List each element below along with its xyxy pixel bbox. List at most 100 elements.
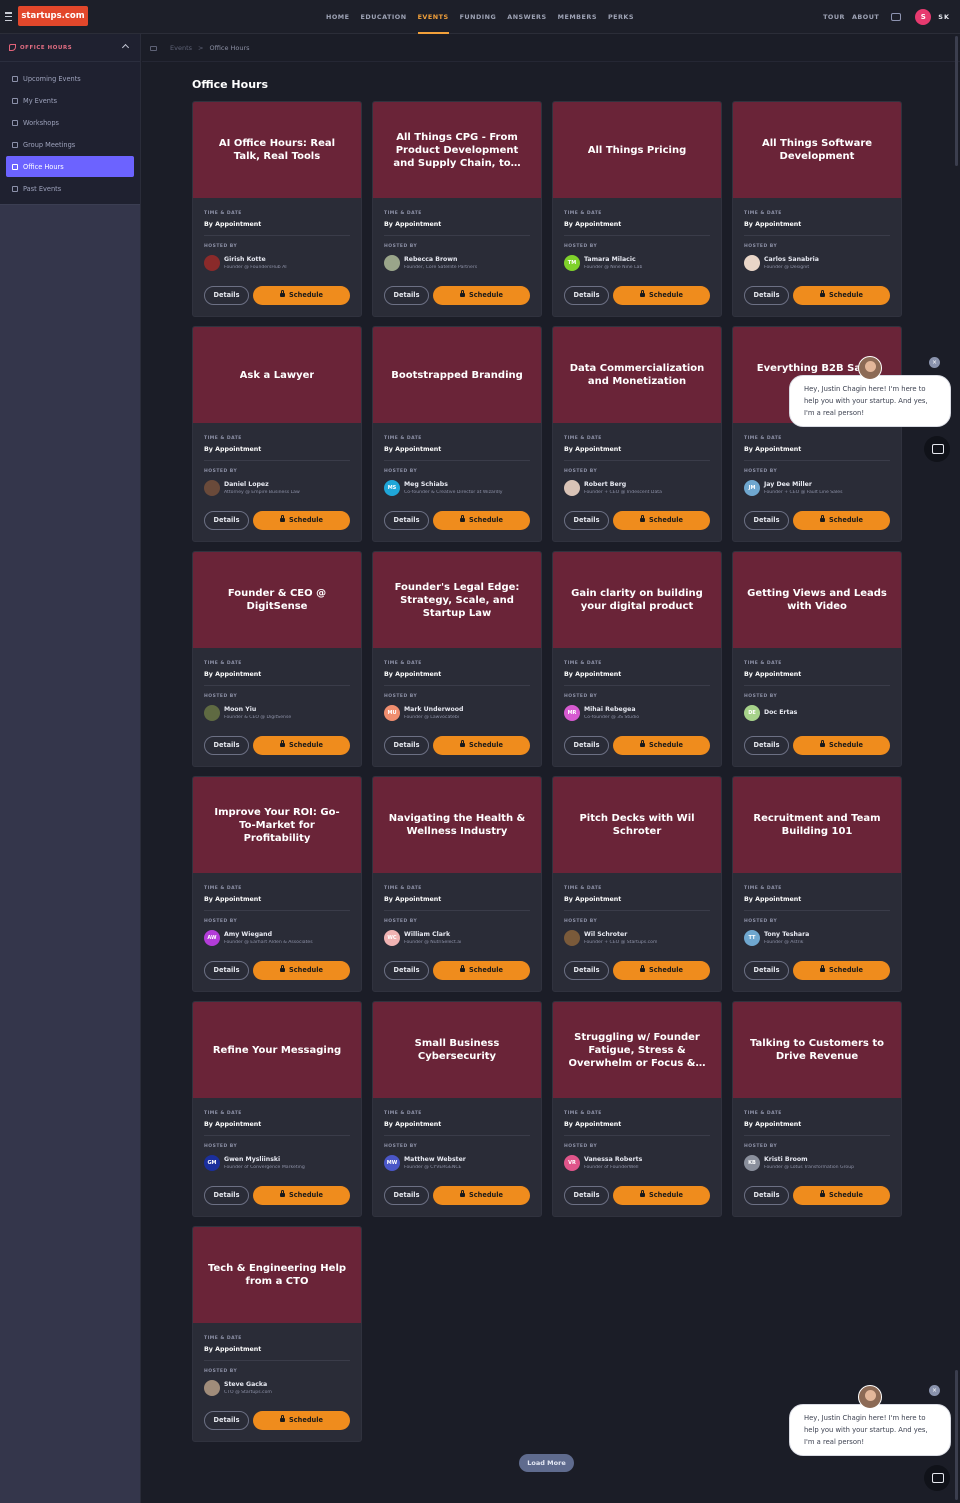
nav-link-events[interactable]: EVENTS [417, 0, 449, 34]
schedule-button[interactable]: Schedule [433, 1186, 530, 1205]
card-title[interactable]: Refine Your Messaging [213, 1044, 341, 1057]
schedule-button[interactable]: Schedule [433, 286, 530, 305]
nav-link-members[interactable]: MEMBERS [558, 0, 597, 34]
details-button[interactable]: Details [744, 961, 789, 980]
details-button[interactable]: Details [204, 1411, 249, 1430]
breadcrumb-events[interactable]: Events [170, 44, 192, 52]
card-header[interactable]: Gain clarity on building your digital pr… [553, 552, 721, 648]
schedule-button[interactable]: Schedule [613, 1186, 710, 1205]
office-hours-card[interactable]: Pitch Decks with Wil Schroter TIME & DATE… [552, 776, 722, 992]
card-header[interactable]: Data Commercialization and Monetization [553, 327, 721, 423]
card-title[interactable]: All Things Software Development [747, 137, 887, 163]
details-button[interactable]: Details [564, 1186, 609, 1205]
sidebar-item-upcoming-events[interactable]: Upcoming Events [6, 68, 134, 89]
details-button[interactable]: Details [744, 736, 789, 755]
office-hours-card[interactable]: Struggling w/ Founder Fatigue, Stress & … [552, 1001, 722, 1217]
details-button[interactable]: Details [204, 736, 249, 755]
nav-link-home[interactable]: HOME [326, 0, 350, 34]
office-hours-card[interactable]: AI Office Hours: Real Talk, Real Tools TI… [192, 101, 362, 317]
card-title[interactable]: Navigating the Health & Wellness Industr… [387, 812, 527, 838]
details-button[interactable]: Details [384, 736, 429, 755]
schedule-button[interactable]: Schedule [793, 961, 890, 980]
card-title[interactable]: Small Business Cybersecurity [387, 1037, 527, 1063]
details-button[interactable]: Details [204, 511, 249, 530]
card-title[interactable]: Recruitment and Team Building 101 [747, 812, 887, 838]
card-title[interactable]: Data Commercialization and Monetization [567, 362, 707, 388]
office-hours-card[interactable]: Founder & CEO @ DigitSense TIME & DATE By … [192, 551, 362, 767]
schedule-button[interactable]: Schedule [793, 1186, 890, 1205]
card-header[interactable]: Ask a Lawyer [193, 327, 361, 423]
schedule-button[interactable]: Schedule [793, 511, 890, 530]
card-header[interactable]: Navigating the Health & Wellness Industr… [373, 777, 541, 873]
office-hours-card[interactable]: Improve Your ROI: Go-To-Market for Profi… [192, 776, 362, 992]
office-hours-card[interactable]: Gain clarity on building your digital pr… [552, 551, 722, 767]
sidebar-item-group-meetings[interactable]: Group Meetings [6, 134, 134, 155]
chat-close-icon[interactable]: × [929, 357, 940, 368]
messages-icon[interactable] [891, 13, 902, 21]
user-avatar[interactable]: S [915, 9, 932, 25]
card-header[interactable]: Improve Your ROI: Go-To-Market for Profi… [193, 777, 361, 873]
card-header[interactable]: All Things Pricing [553, 102, 721, 198]
scrollbar-thumb[interactable] [955, 1370, 958, 1500]
card-title[interactable]: Tech & Engineering Help from a CTO [207, 1262, 347, 1288]
card-title[interactable]: Struggling w/ Founder Fatigue, Stress & … [567, 1031, 707, 1070]
nav-link-tour[interactable]: TOUR [823, 0, 845, 34]
chat-popup-bottom[interactable]: Hey, Justin Chagin here! I'm here to hel… [789, 1404, 951, 1456]
details-button[interactable]: Details [204, 286, 249, 305]
load-more-button[interactable]: Load More [519, 1454, 574, 1472]
schedule-button[interactable]: Schedule [793, 286, 890, 305]
nav-link-answers[interactable]: ANSWERS [507, 0, 546, 34]
nav-link-education[interactable]: EDUCATION [361, 0, 407, 34]
card-title[interactable]: Founder & CEO @ DigitSense [207, 587, 347, 613]
office-hours-card[interactable]: Talking to Customers to Drive Revenue TIM… [732, 1001, 902, 1217]
schedule-button[interactable]: Schedule [613, 961, 710, 980]
schedule-button[interactable]: Schedule [433, 511, 530, 530]
details-button[interactable]: Details [384, 961, 429, 980]
details-button[interactable]: Details [204, 1186, 249, 1205]
details-button[interactable]: Details [744, 511, 789, 530]
chat-launcher-icon[interactable] [924, 1465, 950, 1491]
chat-launcher-icon[interactable] [924, 436, 950, 462]
schedule-button[interactable]: Schedule [613, 736, 710, 755]
card-header[interactable]: Founder & CEO @ DigitSense [193, 552, 361, 648]
sidebar-section-header[interactable]: OFFICE HOURS [0, 34, 140, 62]
card-header[interactable]: Refine Your Messaging [193, 1002, 361, 1098]
card-title[interactable]: Improve Your ROI: Go-To-Market for Profi… [207, 806, 347, 845]
office-hours-card[interactable]: Getting Views and Leads with Video TIME &… [732, 551, 902, 767]
details-button[interactable]: Details [564, 961, 609, 980]
card-header[interactable]: Struggling w/ Founder Fatigue, Stress & … [553, 1002, 721, 1098]
user-initials[interactable]: SK [938, 13, 950, 21]
office-hours-card[interactable]: Tech & Engineering Help from a CTO TIME &… [192, 1226, 362, 1442]
card-header[interactable]: Bootstrapped Branding [373, 327, 541, 423]
details-button[interactable]: Details [744, 1186, 789, 1205]
card-title[interactable]: All Things Pricing [588, 144, 686, 157]
office-hours-card[interactable]: Recruitment and Team Building 101 TIME & … [732, 776, 902, 992]
chevron-up-icon[interactable] [121, 43, 130, 52]
details-button[interactable]: Details [384, 511, 429, 530]
card-header[interactable]: Founder's Legal Edge: Strategy, Scale, a… [373, 552, 541, 648]
card-title[interactable]: Gain clarity on building your digital pr… [567, 587, 707, 613]
card-header[interactable]: AI Office Hours: Real Talk, Real Tools [193, 102, 361, 198]
schedule-button[interactable]: Schedule [253, 961, 350, 980]
schedule-button[interactable]: Schedule [253, 736, 350, 755]
card-title[interactable]: Founder's Legal Edge: Strategy, Scale, a… [387, 581, 527, 620]
details-button[interactable]: Details [204, 961, 249, 980]
details-button[interactable]: Details [384, 286, 429, 305]
details-button[interactable]: Details [564, 286, 609, 305]
office-hours-card[interactable]: All Things Software Development TIME & DA… [732, 101, 902, 317]
details-button[interactable]: Details [384, 1186, 429, 1205]
sidebar-item-past-events[interactable]: Past Events [6, 178, 134, 199]
card-title[interactable]: Talking to Customers to Drive Revenue [747, 1037, 887, 1063]
schedule-button[interactable]: Schedule [613, 511, 710, 530]
office-hours-card[interactable]: Small Business Cybersecurity TIME & DATE B… [372, 1001, 542, 1217]
card-header[interactable]: Small Business Cybersecurity [373, 1002, 541, 1098]
schedule-button[interactable]: Schedule [613, 286, 710, 305]
card-header[interactable]: Talking to Customers to Drive Revenue [733, 1002, 901, 1098]
office-hours-card[interactable]: Data Commercialization and Monetization T… [552, 326, 722, 542]
card-title[interactable]: All Things CPG - From Product Developmen… [387, 131, 527, 170]
chat-popup[interactable]: Hey, Justin Chagin here! I'm here to hel… [789, 375, 951, 427]
office-hours-card[interactable]: Navigating the Health & Wellness Industr… [372, 776, 542, 992]
office-hours-card[interactable]: All Things CPG - From Product Developmen… [372, 101, 542, 317]
card-title[interactable]: Ask a Lawyer [240, 369, 315, 382]
card-title[interactable]: Getting Views and Leads with Video [747, 587, 887, 613]
